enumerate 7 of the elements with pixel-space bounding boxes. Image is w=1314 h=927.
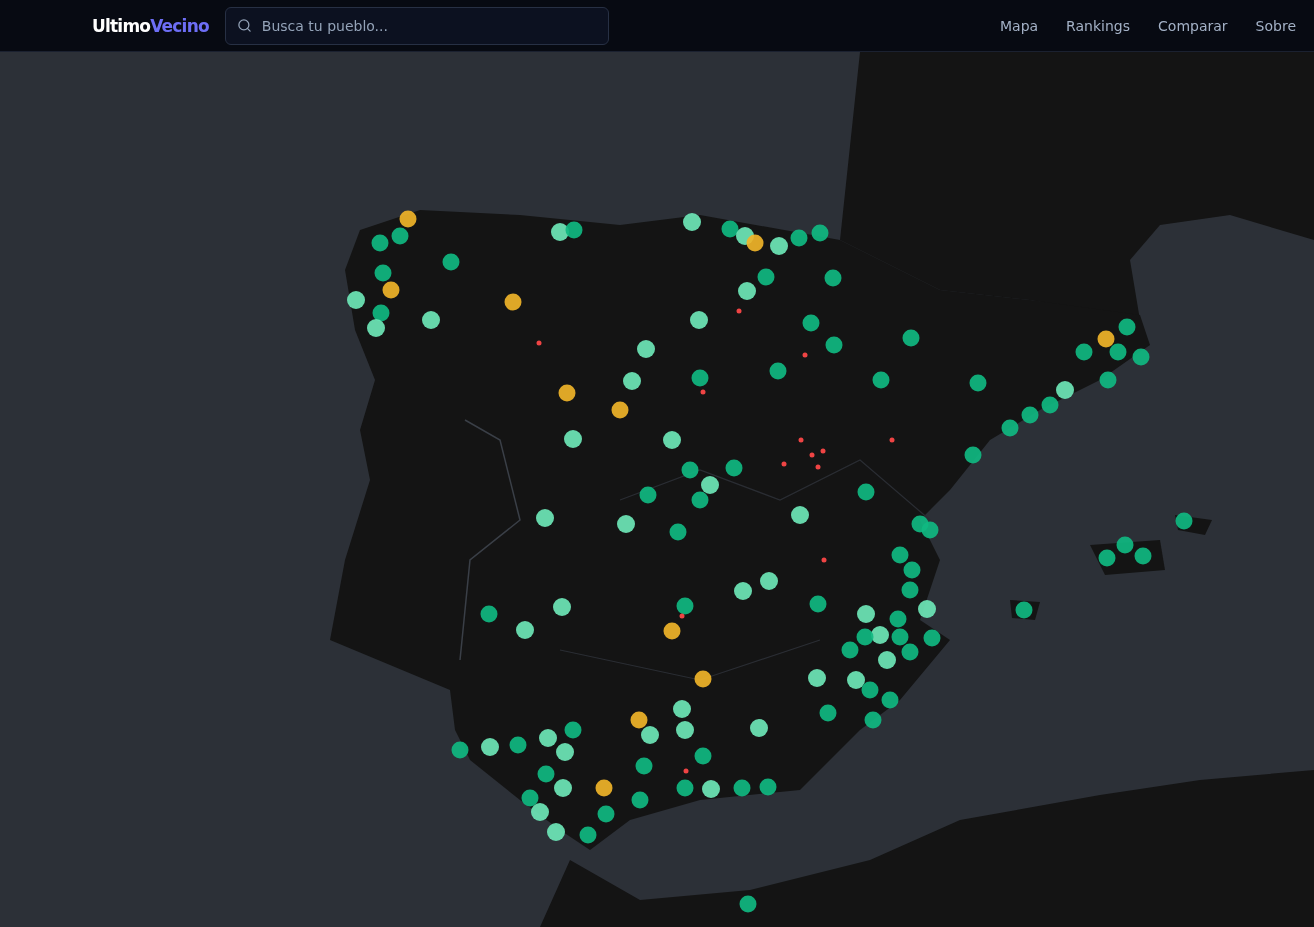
nav-link[interactable]: Mapa <box>1000 17 1039 34</box>
search-field[interactable]: Busca tu pueblo... <box>224 6 609 45</box>
nav-link[interactable]: Rankings <box>1066 17 1131 34</box>
logo[interactable]: UltimoVecino <box>92 15 209 36</box>
search-icon <box>236 17 252 33</box>
nav-link[interactable]: Comparar <box>1158 17 1228 34</box>
nav-link[interactable]: Sobre <box>1255 17 1296 34</box>
